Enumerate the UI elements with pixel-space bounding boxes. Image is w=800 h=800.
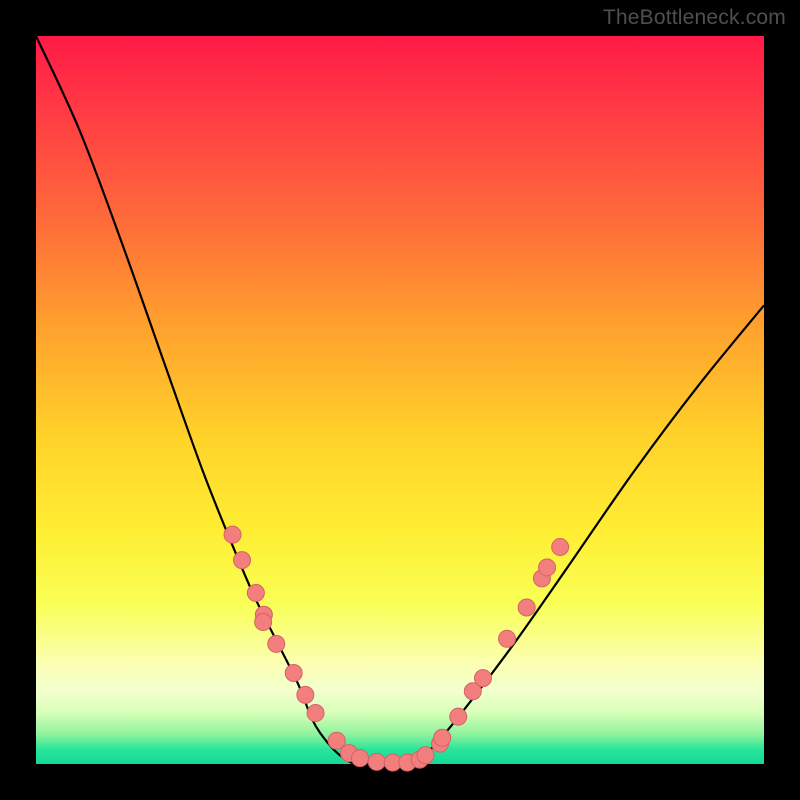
highlight-dot (474, 670, 491, 687)
highlight-dot (285, 665, 302, 682)
highlight-dot (328, 732, 345, 749)
highlight-dot (434, 729, 451, 746)
highlight-dots (224, 526, 569, 771)
highlight-dot (552, 539, 569, 556)
highlight-dot (234, 552, 251, 569)
curve-layer (36, 36, 764, 764)
watermark-text: TheBottleneck.com (603, 6, 786, 30)
highlight-dot (450, 708, 467, 725)
chart-frame: TheBottleneck.com (0, 0, 800, 800)
highlight-dot (417, 747, 434, 764)
highlight-dot (368, 753, 385, 770)
bottleneck-curve (36, 36, 764, 765)
highlight-dot (499, 630, 516, 647)
highlight-dot (224, 526, 241, 543)
highlight-dot (539, 559, 556, 576)
highlight-dot (247, 584, 264, 601)
plot-area (36, 36, 764, 764)
highlight-dot (307, 705, 324, 722)
highlight-dot (255, 614, 272, 631)
highlight-dot (518, 599, 535, 616)
highlight-dot (268, 635, 285, 652)
highlight-dot (297, 686, 314, 703)
highlight-dot (351, 750, 368, 767)
